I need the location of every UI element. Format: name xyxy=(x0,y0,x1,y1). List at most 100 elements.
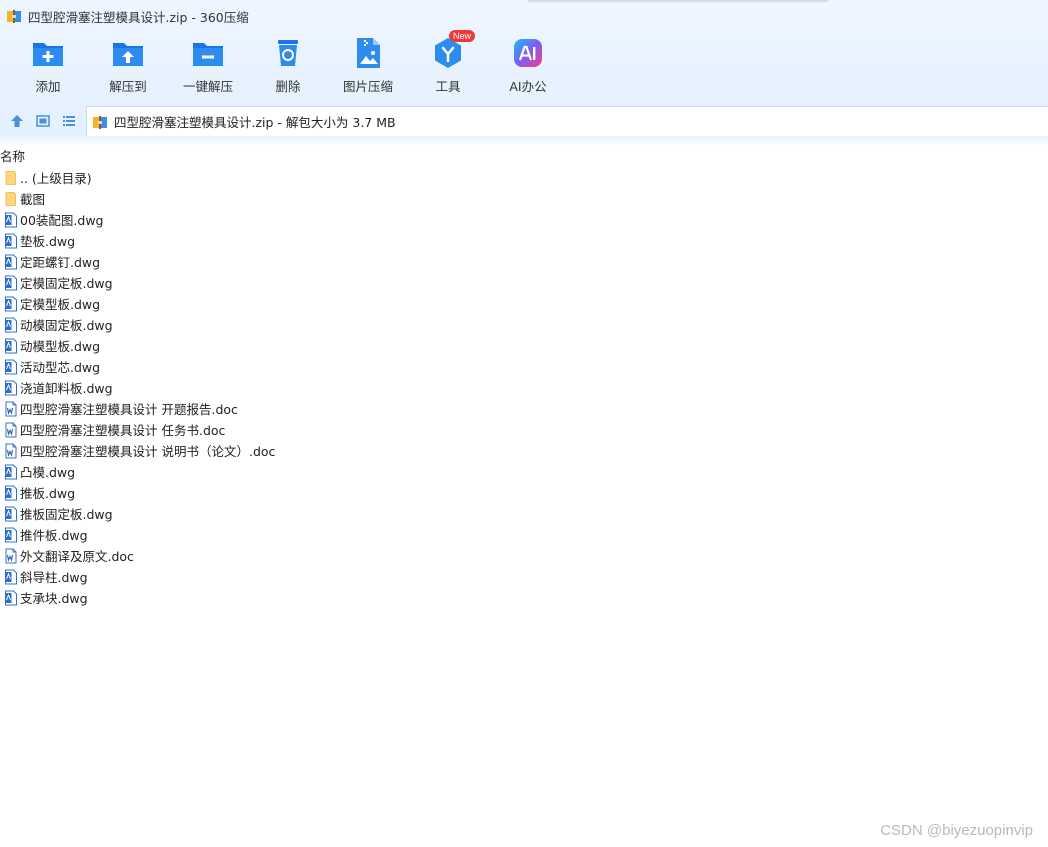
go-up-button[interactable] xyxy=(6,110,28,132)
file-row[interactable]: 00装配图.dwg xyxy=(0,209,600,230)
file-name: 外文翻译及原文.doc xyxy=(20,549,134,564)
file-name: .. (上级目录) xyxy=(20,171,92,186)
word-doc-icon xyxy=(5,443,17,458)
window-title: 四型腔滑塞注塑模具设计.zip - 360压缩 xyxy=(28,9,249,25)
file-row[interactable]: 动模固定板.dwg xyxy=(0,314,600,335)
image-compress-button[interactable]: 图片压缩 xyxy=(328,36,408,100)
dwg-file-icon xyxy=(5,380,17,395)
folder-icon xyxy=(5,170,16,185)
dwg-file-icon xyxy=(5,254,17,269)
dwg-file-icon xyxy=(5,338,17,353)
dwg-file-icon xyxy=(5,485,17,500)
file-name: 凸模.dwg xyxy=(20,465,76,480)
file-name: 斜导柱.dwg xyxy=(20,570,88,585)
file-name: 推件板.dwg xyxy=(20,528,88,543)
file-row[interactable]: 浇道卸料板.dwg xyxy=(0,377,600,398)
header-fade xyxy=(0,136,1048,146)
dwg-file-icon xyxy=(5,359,17,374)
dwg-file-icon xyxy=(5,569,17,584)
file-row[interactable]: 定模型板.dwg xyxy=(0,293,600,314)
extract-to-icon xyxy=(113,43,143,66)
word-doc-icon xyxy=(5,401,17,416)
title-bar: 四型腔滑塞注塑模具设计.zip - 360压缩 xyxy=(0,0,1048,32)
one-click-extract-icon xyxy=(193,43,223,66)
file-row[interactable]: 活动型芯.dwg xyxy=(0,356,600,377)
new-badge: New xyxy=(449,30,476,42)
file-name: 四型腔滑塞注塑模具设计 说明书（论文）.doc xyxy=(20,444,276,459)
dwg-file-icon xyxy=(5,275,17,290)
archive-path: 四型腔滑塞注塑模具设计.zip - 解包大小为 3.7 MB xyxy=(114,115,396,130)
thumbnail-view-icon xyxy=(36,115,50,127)
toolbar: 添加 解压到 一键解压 删除 图片压缩 New 工具 AI办公 xyxy=(8,30,568,100)
file-name: 支承块.dwg xyxy=(20,591,88,606)
dwg-file-icon xyxy=(5,464,17,479)
file-row[interactable]: 斜导柱.dwg xyxy=(0,566,600,587)
delete-icon xyxy=(278,40,298,66)
watermark: CSDN @biyezuopinvip xyxy=(880,822,1033,839)
extract-to-label: 解压到 xyxy=(109,79,147,94)
delete-button[interactable]: 删除 xyxy=(248,36,328,100)
delete-label: 删除 xyxy=(275,79,301,94)
word-doc-icon xyxy=(5,548,17,563)
file-name: 定模固定板.dwg xyxy=(20,276,113,291)
image-compress-label: 图片压缩 xyxy=(342,79,393,94)
add-label: 添加 xyxy=(35,79,61,94)
dwg-file-icon xyxy=(5,317,17,332)
add-button[interactable]: 添加 xyxy=(8,36,88,100)
file-name: 推板固定板.dwg xyxy=(20,507,113,522)
add-folder-icon xyxy=(33,43,63,66)
tools-label: 工具 xyxy=(435,79,461,94)
ai-office-icon xyxy=(514,39,542,67)
one-click-extract-label: 一键解压 xyxy=(182,79,233,94)
file-row[interactable]: 定模固定板.dwg xyxy=(0,272,600,293)
thumbnail-view-button[interactable] xyxy=(32,110,54,132)
address-field[interactable]: 四型腔滑塞注塑模具设计.zip - 解包大小为 3.7 MB xyxy=(86,106,1048,137)
zip-archive-icon xyxy=(93,115,107,129)
dwg-file-icon xyxy=(5,212,17,227)
file-row[interactable]: 外文翻译及原文.doc xyxy=(0,545,600,566)
one-click-extract-button[interactable]: 一键解压 xyxy=(168,36,248,100)
column-header-name[interactable]: 名称 xyxy=(0,146,25,165)
tools-button[interactable]: New 工具 xyxy=(408,30,488,100)
ai-office-button[interactable]: AI办公 xyxy=(488,36,568,100)
file-name: 动模型板.dwg xyxy=(20,339,101,354)
file-row[interactable]: 凸模.dwg xyxy=(0,461,600,482)
list-view-icon xyxy=(63,116,75,126)
title-shadow xyxy=(528,0,828,3)
file-row[interactable]: 定距螺钉.dwg xyxy=(0,251,600,272)
file-row[interactable]: 支承块.dwg xyxy=(0,587,600,608)
dwg-file-icon xyxy=(5,296,17,311)
file-name: 定距螺钉.dwg xyxy=(20,255,101,270)
arrow-up-icon xyxy=(11,115,23,127)
file-row[interactable]: 四型腔滑塞注塑模具设计 说明书（论文）.doc xyxy=(0,440,600,461)
folder-row[interactable]: 截图 xyxy=(0,188,600,209)
file-row[interactable]: 推件板.dwg xyxy=(0,524,600,545)
image-compress-icon xyxy=(357,38,380,68)
file-row[interactable]: 四型腔滑塞注塑模具设计 开题报告.doc xyxy=(0,398,600,419)
file-name: 截图 xyxy=(20,192,46,207)
ai-office-label: AI办公 xyxy=(509,79,547,94)
dwg-file-icon xyxy=(5,527,17,542)
file-name: 活动型芯.dwg xyxy=(20,360,101,375)
extract-to-button[interactable]: 解压到 xyxy=(88,36,168,100)
dwg-file-icon xyxy=(5,506,17,521)
file-list: .. (上级目录) 截图 00装配图.dwg 垫板.dwg 定距螺钉.dwg 定模固定板.… xyxy=(0,167,600,608)
folder-icon xyxy=(5,191,16,206)
folder-row[interactable]: .. (上级目录) xyxy=(0,167,600,188)
dwg-file-icon xyxy=(5,233,17,248)
file-name: 四型腔滑塞注塑模具设计 开题报告.doc xyxy=(20,402,238,417)
file-row[interactable]: 推板.dwg xyxy=(0,482,600,503)
file-row[interactable]: 四型腔滑塞注塑模具设计 任务书.doc xyxy=(0,419,600,440)
word-doc-icon xyxy=(5,422,17,437)
file-row[interactable]: 垫板.dwg xyxy=(0,230,600,251)
file-name: 推板.dwg xyxy=(20,486,76,501)
list-view-button[interactable] xyxy=(58,110,80,132)
file-name: 垫板.dwg xyxy=(20,234,76,249)
file-row[interactable]: 动模型板.dwg xyxy=(0,335,600,356)
file-name: 动模固定板.dwg xyxy=(20,318,113,333)
address-bar: 四型腔滑塞注塑模具设计.zip - 解包大小为 3.7 MB xyxy=(0,106,1048,137)
dwg-file-icon xyxy=(5,590,17,605)
file-name: 浇道卸料板.dwg xyxy=(20,381,113,396)
file-row[interactable]: 推板固定板.dwg xyxy=(0,503,600,524)
top-chrome: 四型腔滑塞注塑模具设计.zip - 360压缩 添加 解压到 一键解压 删除 图… xyxy=(0,0,1048,144)
